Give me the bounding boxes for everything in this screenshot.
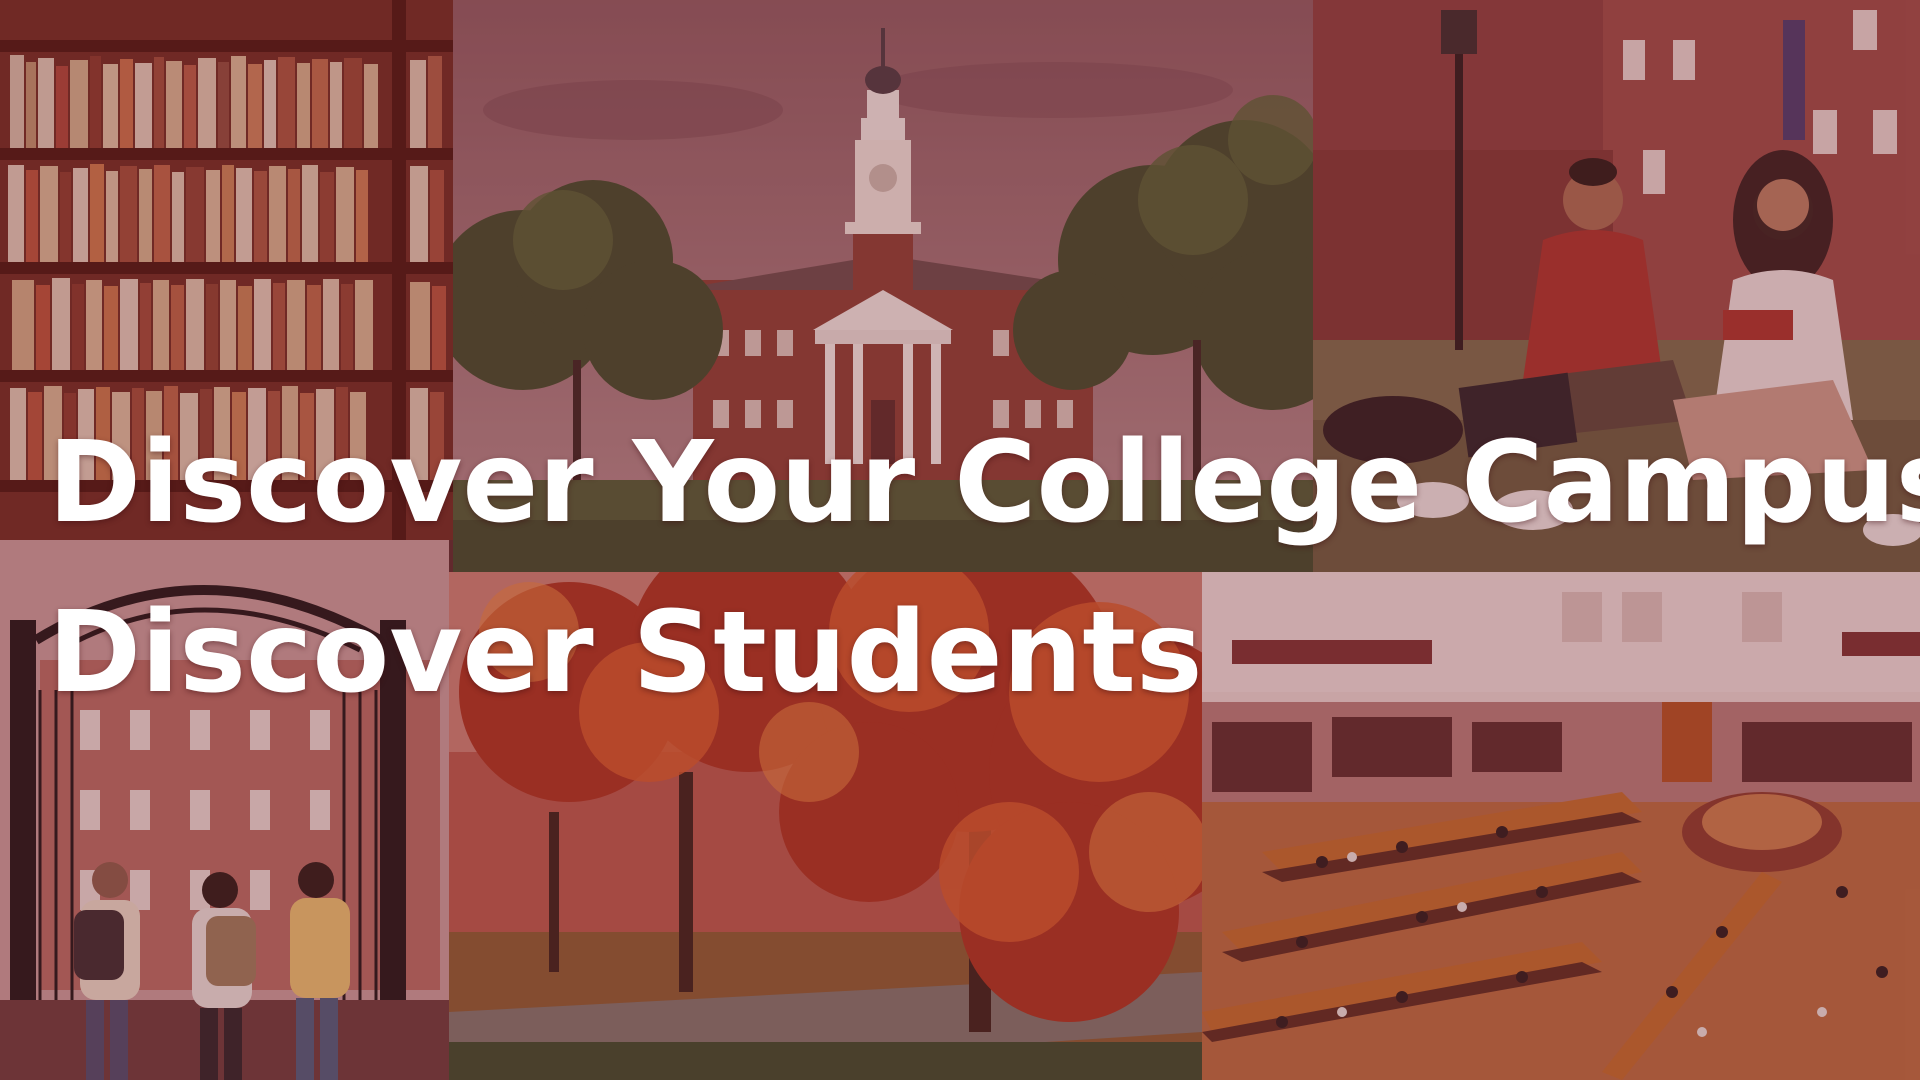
headline: Discover Your College Campus Discover St… bbox=[48, 398, 1920, 738]
campus-collage: Discover Your College Campus Discover St… bbox=[0, 0, 1920, 1080]
headline-line-2: Discover Students bbox=[48, 588, 1203, 718]
headline-line-1: Discover Your College Campus bbox=[48, 418, 1920, 548]
